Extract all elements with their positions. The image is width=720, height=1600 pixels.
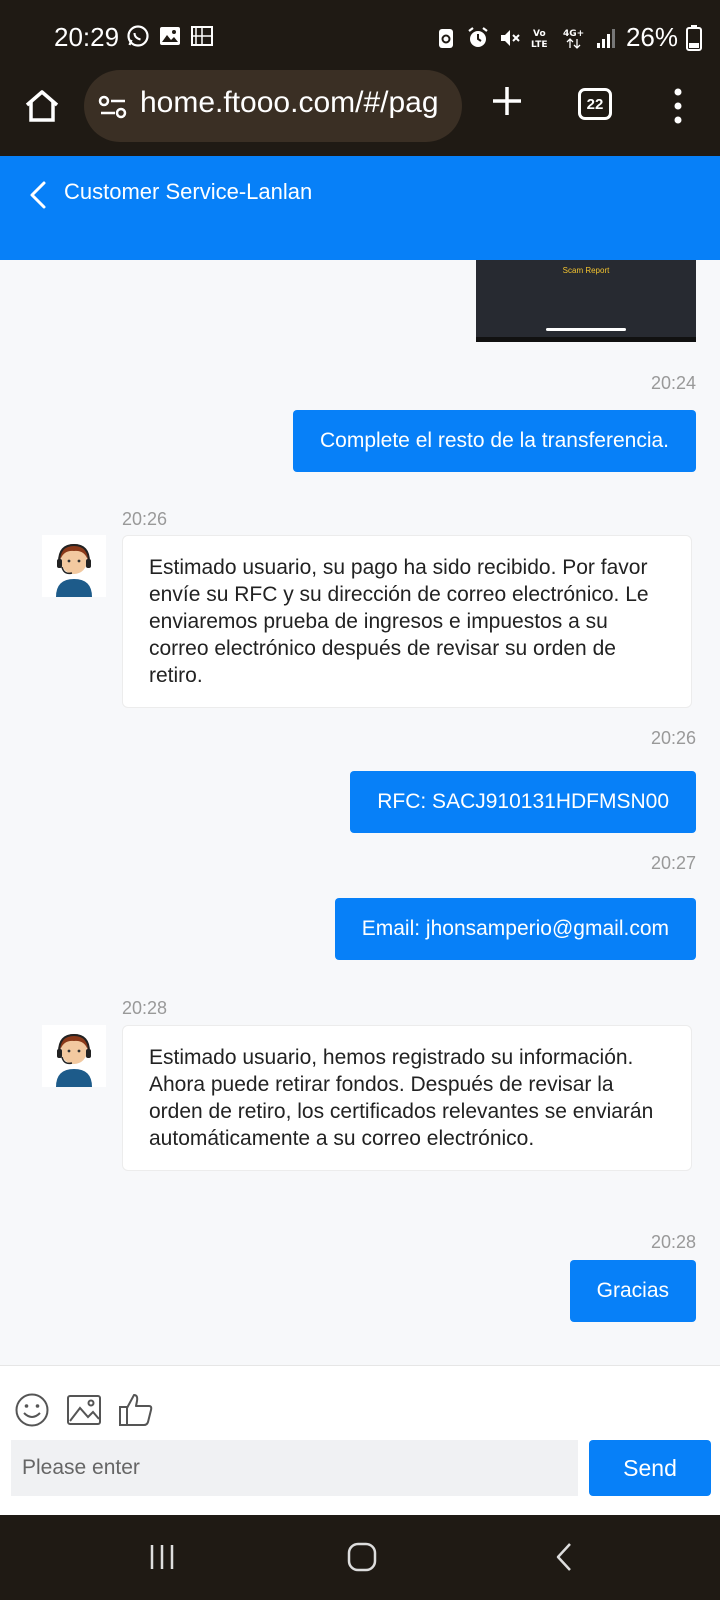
url-text[interactable]: home.ftooo.com/#/pag [140, 86, 439, 120]
battery-percent: 26% [625, 22, 678, 52]
battery-icon [686, 24, 702, 51]
svg-text:4G+: 4G+ [563, 29, 584, 39]
image-message-preview[interactable]: Scam Report [476, 260, 696, 342]
4g-icon: 4G+ [563, 29, 584, 49]
status-time: 20:29 [54, 22, 120, 52]
svg-text:LTE: LTE [531, 40, 548, 50]
chat-messages[interactable]: Scam Report 20:24 Complete el resto de l… [0, 260, 720, 1365]
incoming-message[interactable]: Estimado usuario, su pago ha sido recibi… [122, 535, 692, 708]
outgoing-message[interactable]: Email: jhonsamperio@gmail.com [334, 898, 696, 960]
mute-icon [500, 29, 520, 46]
site-settings-icon[interactable] [98, 92, 128, 122]
agent-avatar [42, 1025, 106, 1087]
recent-apps-icon[interactable] [148, 1543, 176, 1571]
more-menu-icon[interactable] [668, 86, 688, 126]
home-button-icon[interactable] [346, 1541, 378, 1573]
thumbs-up-icon[interactable] [118, 1392, 154, 1428]
message-timestamp: 20:27 [650, 853, 696, 873]
message-input[interactable] [11, 1440, 578, 1496]
preview-text: Scam Report [562, 266, 610, 275]
browser-toolbar: home.ftooo.com/#/pag 22 [0, 68, 720, 156]
message-timestamp: 20:26 [650, 728, 696, 748]
back-icon[interactable] [26, 178, 50, 212]
message-composer: Send [0, 1365, 720, 1515]
system-back-icon[interactable] [552, 1541, 576, 1573]
outgoing-message[interactable]: Complete el resto de la transferencia. [292, 410, 696, 472]
incoming-message[interactable]: Estimado usuario, hemos registrado su in… [122, 1025, 692, 1171]
cast-icon [191, 26, 213, 46]
home-icon[interactable] [22, 86, 62, 126]
tab-switcher-button[interactable]: 22 [578, 88, 612, 120]
signal-icon [596, 28, 615, 48]
system-navigation-bar [0, 1515, 720, 1600]
volte-icon: VoLTE [531, 29, 548, 50]
battery-saver-icon [438, 28, 453, 48]
image-upload-icon[interactable] [66, 1394, 102, 1426]
message-timestamp: 20:28 [122, 998, 168, 1018]
outgoing-message[interactable]: RFC: SACJ910131HDFMSN00 [350, 771, 696, 833]
agent-avatar [42, 535, 106, 597]
emoji-icon[interactable] [14, 1392, 50, 1428]
alarm-icon [468, 26, 488, 47]
whatsapp-icon [127, 25, 149, 47]
status-indicators: Vo LTE 4G+ 26% [434, 22, 702, 53]
gallery-icon [160, 27, 180, 45]
send-button[interactable]: Send [589, 1440, 711, 1496]
chat-header: Customer Service-Lanlan [0, 156, 720, 260]
status-bar: 20:29 Vo LTE 4G+ 26% [0, 0, 720, 68]
status-notification-icons [126, 24, 214, 48]
preview-home-indicator [546, 328, 626, 331]
message-timestamp: 20:28 [650, 1232, 696, 1252]
svg-text:Vo: Vo [533, 29, 546, 39]
outgoing-message[interactable]: Gracias [569, 1260, 696, 1322]
url-bar[interactable]: home.ftooo.com/#/pag [84, 70, 462, 142]
message-timestamp: 20:26 [122, 509, 168, 529]
new-tab-icon[interactable] [490, 84, 524, 118]
chat-title: Customer Service-Lanlan [64, 179, 313, 204]
message-timestamp: 20:24 [650, 373, 696, 393]
